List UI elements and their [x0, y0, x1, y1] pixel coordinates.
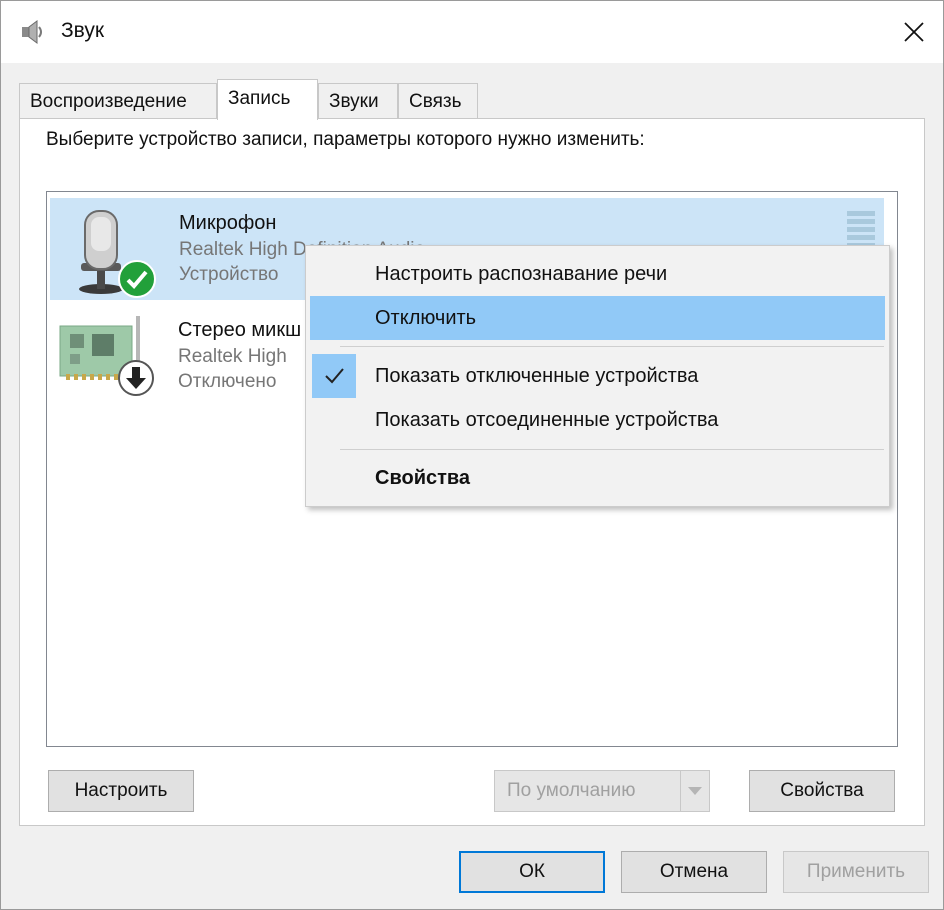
- tab-communications[interactable]: Связь: [398, 83, 478, 119]
- menu-item-label: Отключить: [375, 307, 477, 329]
- menu-item-label: Показать отсоединенные устройства: [375, 409, 719, 431]
- close-button[interactable]: [885, 1, 943, 63]
- set-default-button[interactable]: По умолчанию: [494, 770, 710, 812]
- menu-item-speech-recognition[interactable]: Настроить распознавание речи: [310, 252, 885, 296]
- device-status: Устройство: [179, 264, 279, 285]
- window-title: Звук: [61, 19, 105, 42]
- menu-separator: [340, 449, 884, 450]
- properties-button[interactable]: Свойства: [749, 770, 895, 812]
- configure-button[interactable]: Настроить: [48, 770, 194, 812]
- cancel-button[interactable]: Отмена: [621, 851, 767, 893]
- device-name: Стерео микш: [178, 319, 302, 341]
- menu-item-label: Свойства: [375, 467, 471, 489]
- default-check-icon: [117, 259, 157, 304]
- menu-item-show-disabled[interactable]: Показать отключенные устройства: [310, 354, 885, 398]
- set-default-label: По умолчанию: [507, 780, 636, 801]
- apply-button[interactable]: Применить: [783, 851, 929, 893]
- ok-button[interactable]: ОК: [459, 851, 605, 893]
- panel-description: Выберите устройство записи, параметры ко…: [46, 129, 645, 150]
- disabled-arrow-icon: [116, 358, 156, 403]
- menu-item-label: Настроить распознавание речи: [375, 263, 668, 285]
- close-icon: [904, 22, 924, 42]
- title-bar[interactable]: Звук: [1, 1, 943, 63]
- menu-item-properties[interactable]: Свойства: [310, 456, 885, 500]
- menu-item-label: Показать отключенные устройства: [375, 365, 699, 387]
- tab-sounds[interactable]: Звуки: [318, 83, 398, 119]
- checkmark-icon: [312, 354, 356, 398]
- device-driver: Realtek High: [178, 346, 287, 367]
- device-name: Микрофон: [179, 212, 277, 234]
- chevron-down-icon[interactable]: [680, 771, 709, 811]
- context-menu: Настроить распознавание речи Отключить П…: [305, 245, 890, 507]
- tab-playback[interactable]: Воспроизведение: [19, 83, 217, 119]
- menu-item-disable[interactable]: Отключить: [310, 296, 885, 340]
- menu-item-show-disconnected[interactable]: Показать отсоединенные устройства: [310, 398, 885, 442]
- speaker-icon: [19, 19, 45, 45]
- device-status: Отключено: [178, 371, 277, 392]
- tab-recording[interactable]: Запись: [217, 79, 318, 120]
- menu-separator: [340, 346, 884, 347]
